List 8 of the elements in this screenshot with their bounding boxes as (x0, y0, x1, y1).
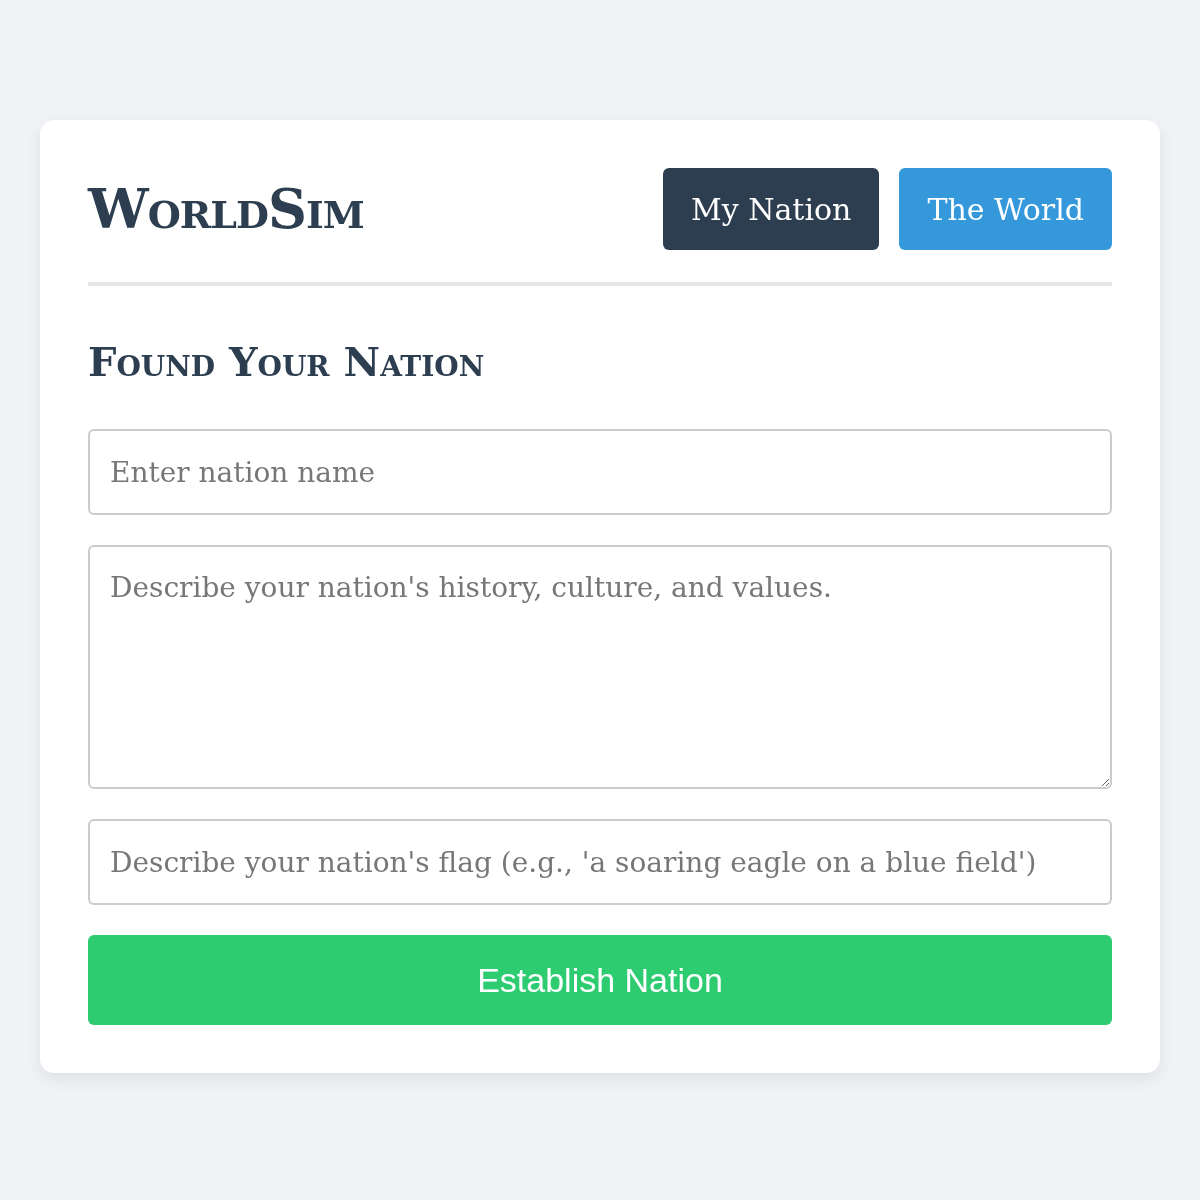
nav-tab[interactable]: The World (899, 168, 1112, 250)
establish-button[interactable]: Establish Nation (88, 935, 1112, 1025)
description-field[interactable]: Describe your nation's history, culture, and values. (88, 545, 1112, 789)
nation-name-field[interactable]: Enter nation name (88, 429, 1112, 515)
nav-tab[interactable]: My Nation (663, 168, 880, 250)
section-heading: Found Your Nation (88, 338, 486, 385)
app-title: WorldSim (88, 177, 364, 241)
flag-description-field[interactable]: Describe your nation's flag (e.g., 'a soaring eagle on a blue field') (88, 819, 1112, 905)
